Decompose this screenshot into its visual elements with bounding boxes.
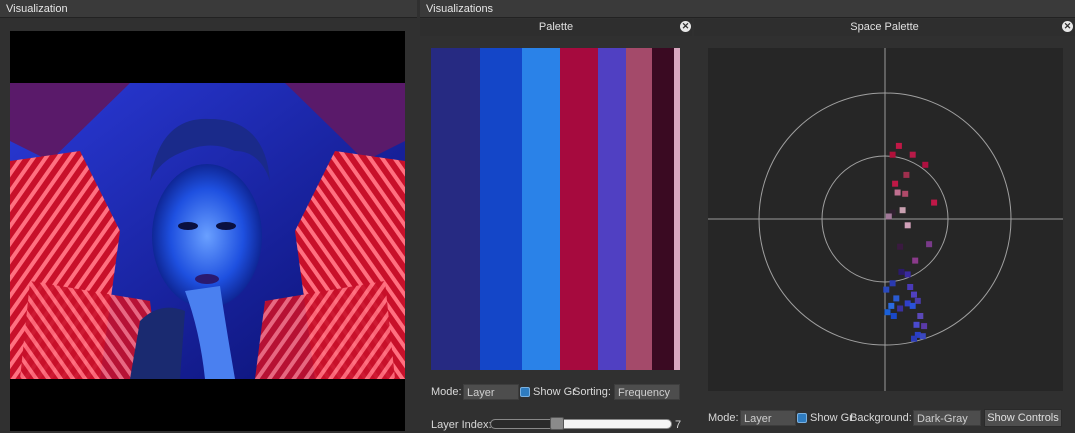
space-palette-point (894, 189, 901, 196)
space-palette-point (907, 284, 914, 290)
palette-color-bar (626, 48, 652, 370)
layer-index-slider[interactable] (490, 419, 672, 429)
layer-index-slider-fill (491, 420, 553, 428)
layer-index-label: Layer Index: (431, 419, 492, 431)
space-palette-point (885, 213, 892, 220)
space-palette-point (909, 151, 916, 158)
palette-sorting-label: Sorting: (573, 386, 611, 398)
visualization-panel-title: Visualization (0, 0, 417, 18)
palette-sorting-select[interactable]: Frequency (614, 384, 680, 400)
space-palette-point (899, 207, 906, 214)
layer-index-slider-handle[interactable] (550, 417, 564, 430)
space-palette-point (914, 297, 921, 304)
palette-color-bars (431, 48, 680, 370)
space-background-select[interactable]: Dark-Gray (913, 410, 981, 426)
space-palette-point (889, 151, 896, 158)
space-palette-point (909, 302, 916, 309)
visualization-viewport (10, 31, 405, 431)
space-palette-title: Space Palette (694, 19, 1075, 36)
palette-color-bar (598, 48, 626, 370)
video-frame-image (10, 83, 405, 379)
space-palette-point (911, 291, 917, 298)
space-palette-point (883, 286, 890, 293)
space-mode-label: Mode: (708, 412, 739, 424)
show-controls-button[interactable]: Show Controls (984, 409, 1062, 427)
space-palette-point (888, 302, 895, 309)
space-palette-point (889, 280, 896, 287)
space-palette-point (926, 241, 933, 248)
space-palette-point (884, 309, 891, 316)
space-palette-point (897, 305, 904, 312)
palette-title: Palette (420, 19, 692, 36)
space-palette-point (913, 321, 920, 328)
space-palette-point (895, 142, 902, 149)
space-palette-point (902, 190, 909, 197)
palette-close-icon[interactable]: ✕ (680, 21, 691, 32)
palette-mode-select[interactable]: Layer (463, 384, 519, 400)
palette-color-bar (652, 48, 674, 370)
space-mode-select[interactable]: Layer (740, 410, 796, 426)
space-palette-point (912, 257, 919, 264)
space-palette-point (904, 271, 911, 278)
space-palette-point (897, 243, 904, 250)
space-palette-point (890, 313, 897, 319)
palette-color-bar (522, 48, 560, 370)
visualizations-panel-title: Visualizations (420, 0, 1075, 18)
palette-color-bar (674, 48, 680, 370)
space-palette-close-icon[interactable]: ✕ (1062, 21, 1073, 32)
space-palette-point (921, 323, 928, 330)
space-palette-point (904, 222, 911, 229)
space-palette-point (917, 313, 924, 319)
palette-show-gr-checkbox[interactable] (520, 387, 530, 397)
space-palette-point (898, 268, 905, 275)
palette-show-gr-label: Show Gr (533, 386, 576, 398)
space-show-gr-label: Show Gr (810, 412, 853, 424)
palette-color-bar (431, 48, 480, 370)
space-palette-point (892, 180, 899, 187)
palette-mode-label: Mode: (431, 386, 462, 398)
space-palette-point (931, 199, 938, 206)
palette-color-bar (560, 48, 598, 370)
space-show-gr-checkbox[interactable] (797, 413, 807, 423)
space-palette-plot (708, 48, 1063, 391)
space-palette-point (893, 295, 900, 302)
space-palette-point (911, 335, 917, 342)
palette-color-bar (480, 48, 522, 370)
space-palette-point (919, 333, 926, 340)
layer-index-value: 7 (675, 419, 682, 431)
space-background-label: Background: (850, 412, 912, 424)
space-palette-point (922, 161, 929, 168)
space-palette-point (903, 171, 910, 178)
